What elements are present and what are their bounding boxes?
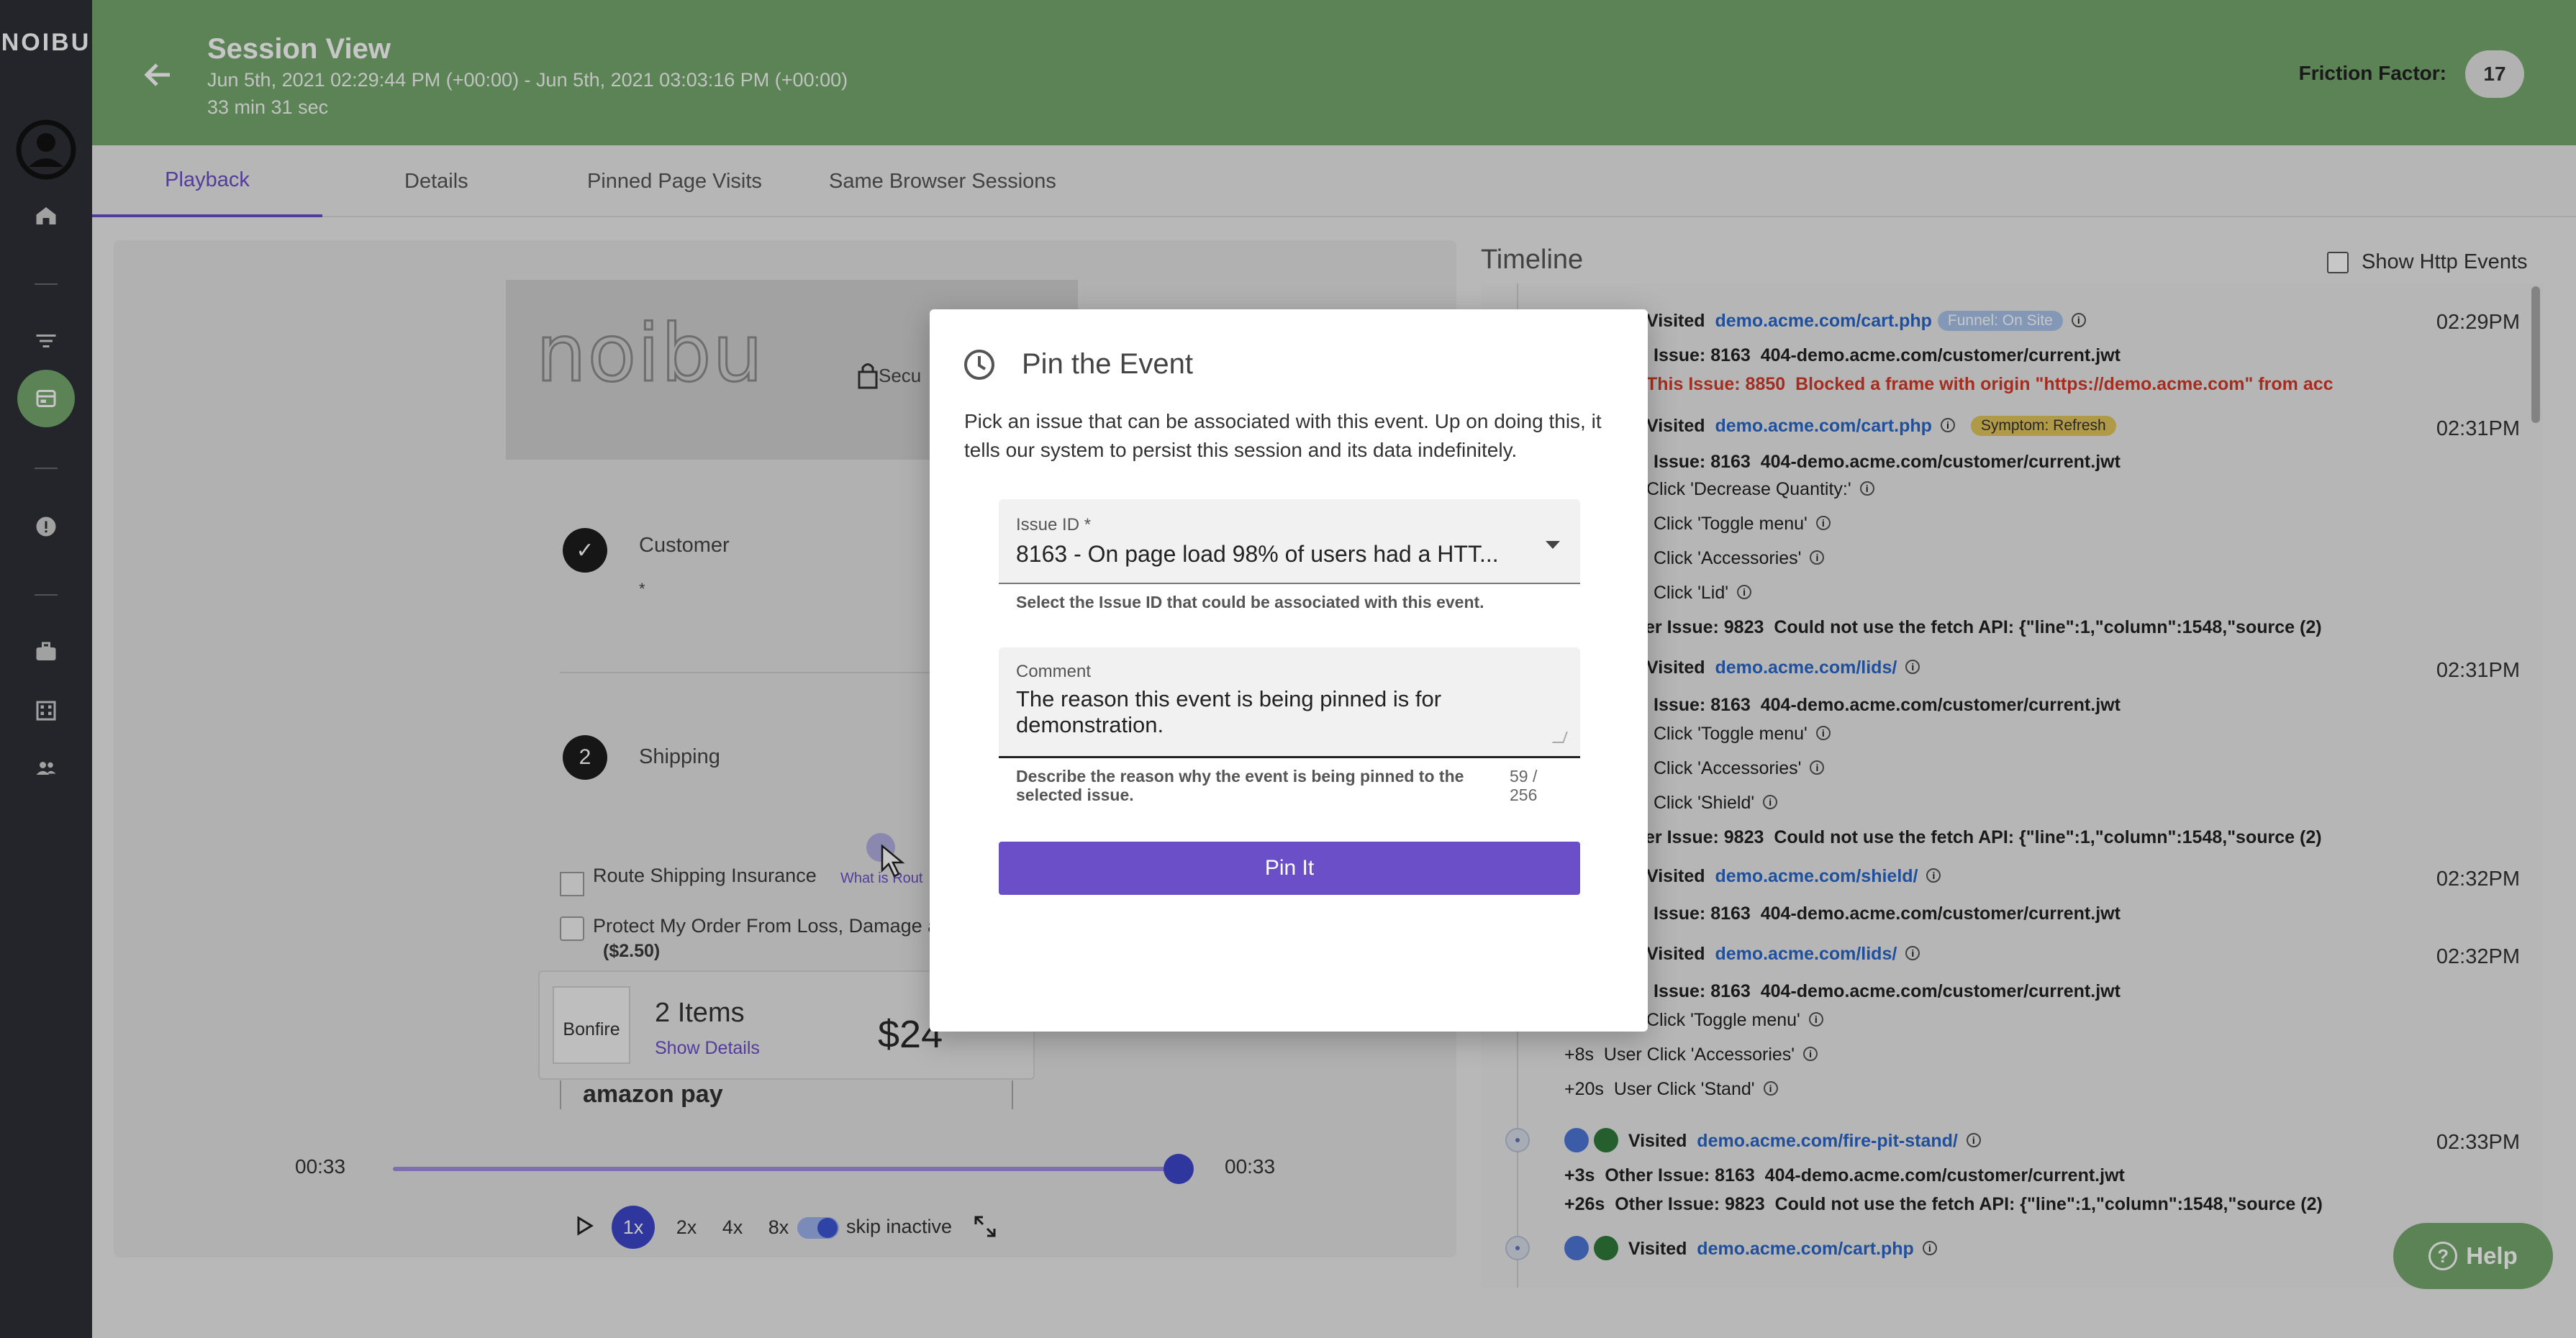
pin-event-dialog: Pin the Event Pick an issue that can be … xyxy=(930,309,1648,1032)
comment-textarea[interactable]: Comment The reason this event is being p… xyxy=(999,647,1580,758)
issue-id-label: Issue ID * xyxy=(1016,515,1092,534)
issue-id-helper-text: Select the Issue ID that could be associ… xyxy=(1016,593,1484,611)
pin-it-button[interactable]: Pin It xyxy=(999,842,1580,895)
dialog-description: Pick an issue that can be associated wit… xyxy=(964,410,1602,461)
clock-icon xyxy=(964,350,994,380)
dialog-title: Pin the Event xyxy=(1022,348,1193,380)
resize-grip-icon[interactable] xyxy=(1552,732,1568,743)
comment-char-count: 59 / 256 xyxy=(1510,767,1538,804)
dropdown-caret-icon[interactable] xyxy=(1546,541,1560,549)
comment-helper-text: Describe the reason why the event is bei… xyxy=(1016,767,1464,804)
comment-label: Comment xyxy=(1016,662,1092,681)
issue-id-select[interactable]: Issue ID * 8163 - On page load 98% of us… xyxy=(999,499,1580,584)
comment-value[interactable]: The reason this event is being pinned is… xyxy=(1016,686,1534,738)
issue-id-value: 8163 - On page load 98% of users had a H… xyxy=(1016,541,1499,567)
